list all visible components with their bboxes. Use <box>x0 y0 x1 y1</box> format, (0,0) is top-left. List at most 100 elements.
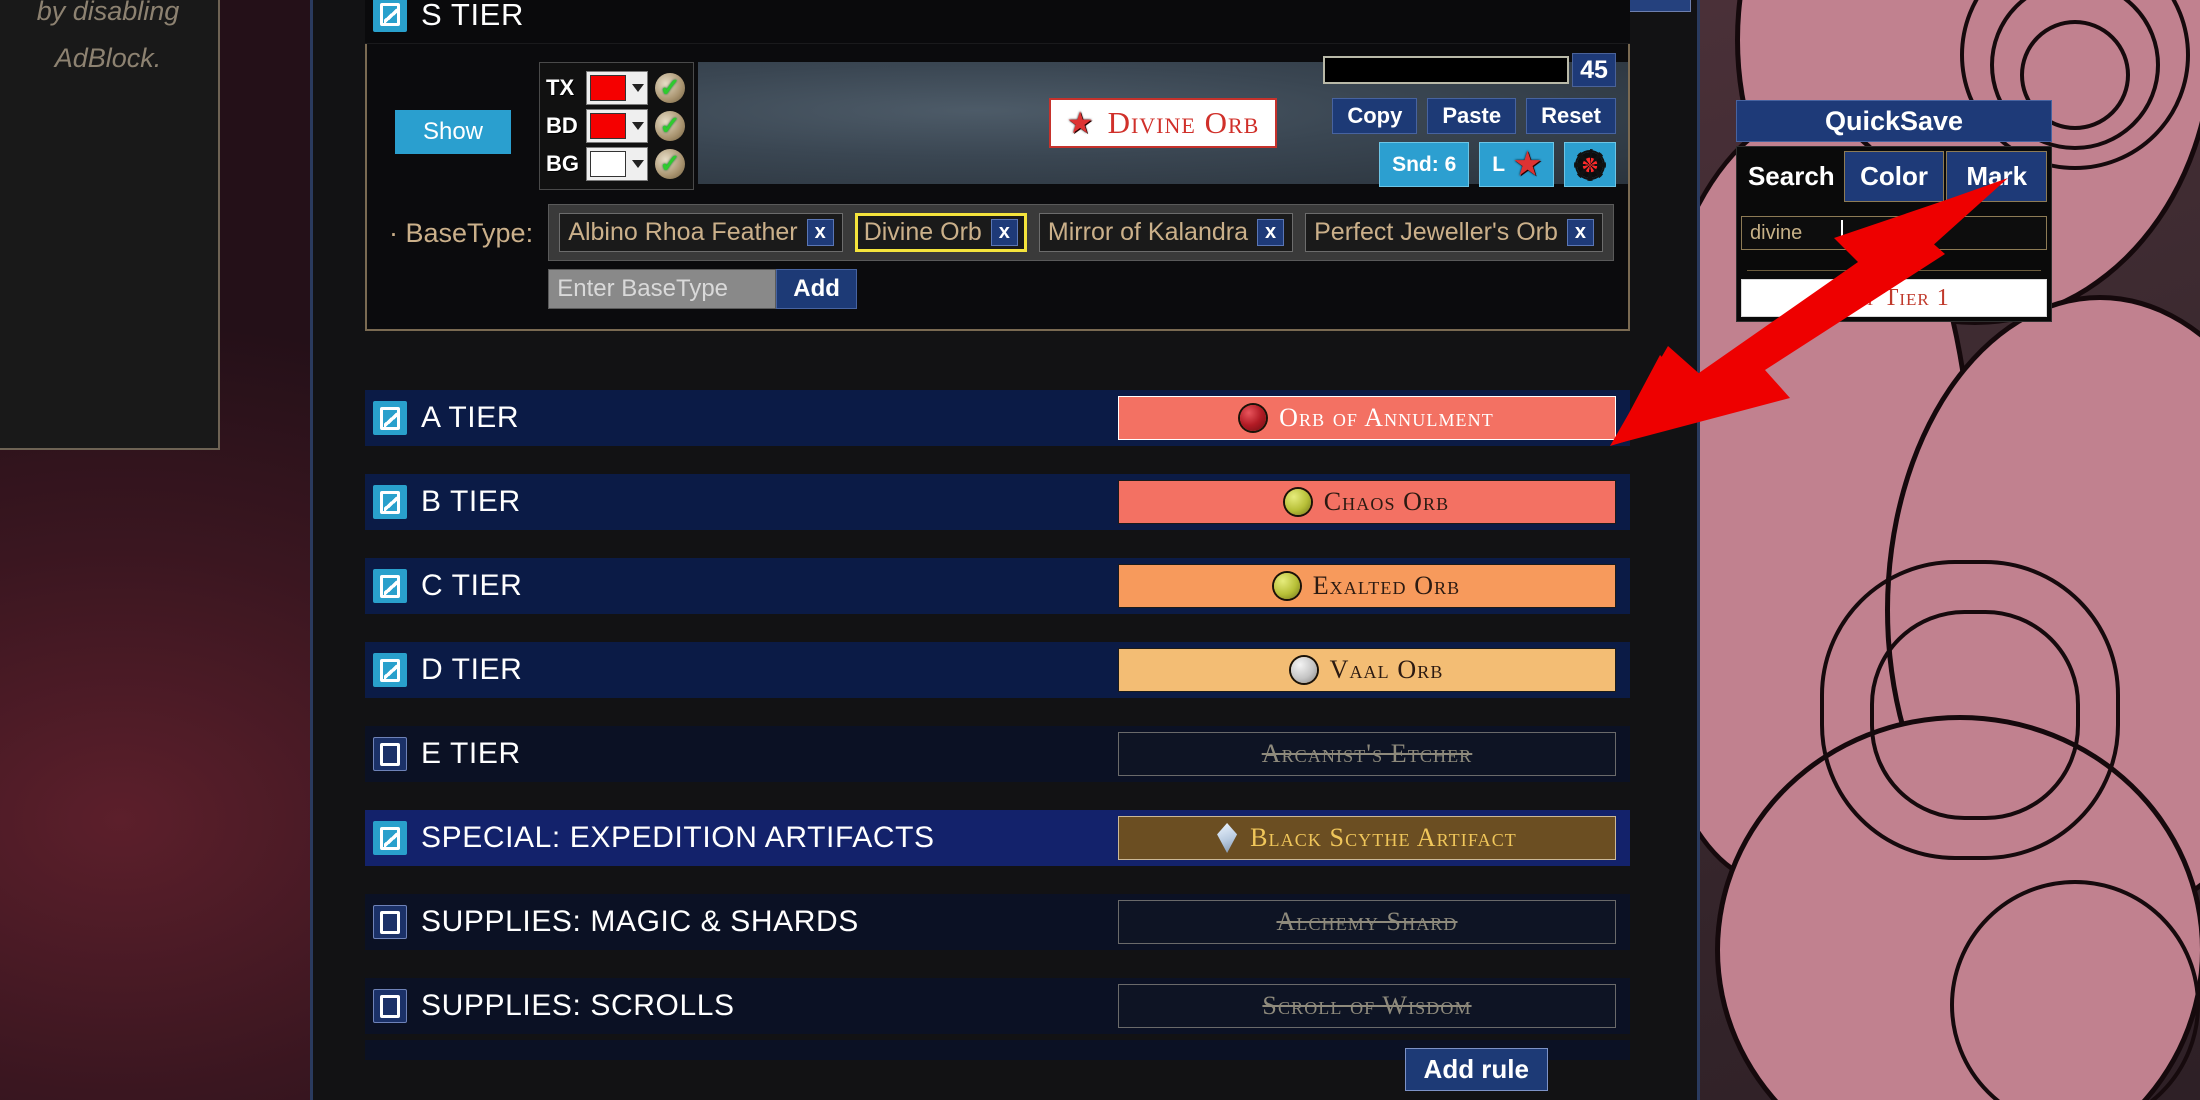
basetype-tag[interactable]: Perfect Jeweller's Orb x <box>1305 213 1603 252</box>
tier-preview-label-b: Chaos Orb <box>1323 487 1450 516</box>
tier-preview-label-a: Orb of Annulment <box>1279 403 1494 432</box>
remove-tag-button[interactable]: x <box>1566 219 1594 246</box>
basetype-input[interactable] <box>548 269 777 309</box>
tier-row[interactable]: SUPPLIES: SCROLLS Scroll of Wisdom <box>365 978 1630 1034</box>
chevron-down-icon <box>632 84 644 92</box>
tier-checkbox-scrolls[interactable] <box>373 989 407 1023</box>
tab-mark[interactable]: Mark <box>1946 151 2048 202</box>
check-toggle-tx[interactable]: ✓ <box>655 73 685 103</box>
check-toggle-bg[interactable]: ✓ <box>655 149 685 179</box>
tier-preview-pill-a: Orb of Annulment <box>1118 396 1616 440</box>
color-label-bd: BD <box>546 113 578 138</box>
search-input[interactable] <box>1741 216 2047 250</box>
adblock-line-1: by disabling <box>36 0 180 26</box>
tier-checkbox-c[interactable] <box>373 569 407 603</box>
light-button-label: L <box>1492 152 1506 176</box>
remove-tag-button[interactable]: x <box>990 219 1018 246</box>
rule-name-input[interactable] <box>1323 56 1569 84</box>
sound-button[interactable]: Snd: 6 <box>1379 142 1470 187</box>
tab-search[interactable]: Search <box>1741 151 1842 202</box>
panel-divider <box>1747 270 2041 271</box>
color-label-bg: BG <box>546 151 579 176</box>
adblock-line-2: AdBlock. <box>54 43 162 73</box>
grey-orb-icon <box>1290 657 1317 683</box>
remove-tag-button[interactable]: x <box>1257 219 1285 246</box>
light-beam-button[interactable]: L ★ <box>1479 142 1554 187</box>
tier-preview-label-e: Arcanist's Etcher <box>1261 739 1473 768</box>
basetype-tag-label: Mirror of Kalandra <box>1047 218 1248 246</box>
shard-icon <box>1217 823 1238 853</box>
tier-checkbox-d[interactable] <box>373 653 407 687</box>
tier-label-scrolls: SUPPLIES: SCROLLS <box>421 989 735 1022</box>
color-row-bd: BD ✓ <box>546 107 685 145</box>
tier-preview-label-scrolls: Scroll of Wisdom <box>1262 991 1472 1020</box>
sound-button-label: Snd: 6 <box>1392 152 1457 176</box>
check-toggle-bd[interactable]: ✓ <box>655 111 685 141</box>
tier-row[interactable]: D TIER Vaal Orb <box>365 642 1630 698</box>
tier-label-c: C TIER <box>421 569 523 602</box>
add-basetype-button[interactable]: Add <box>776 269 857 309</box>
tier-label-a: A TIER <box>421 401 520 434</box>
minimap-icon-button[interactable] <box>1564 142 1616 187</box>
search-result-item[interactable]: ncy Tier 1 <box>1741 279 2047 317</box>
s-tier-section: S TIER Show TX ✓ BD ✓ BG ✓ ★ Divine Orb … <box>365 0 1630 331</box>
copy-button[interactable]: Copy <box>1332 98 1418 134</box>
panel-tabs: Search Color Mark <box>1741 151 2048 202</box>
tier-row[interactable]: B TIER Chaos Orb <box>365 474 1630 530</box>
s-tier-controls: 45 Copy Paste Reset Snd: 6 L ★ <box>1286 53 1616 187</box>
tab-color[interactable]: Color <box>1843 151 1945 202</box>
basetype-tag-list: Albino Rhoa Feather x Divine Orb x Mirro… <box>548 204 1614 261</box>
tier-checkbox-a[interactable] <box>373 401 407 435</box>
basetype-tag[interactable]: Mirror of Kalandra x <box>1038 213 1294 252</box>
gold-orb-icon <box>1284 489 1311 515</box>
right-tool-panel: QuickSave Search Color Mark ncy Tier 1 <box>1736 100 2052 322</box>
s-tier-checkbox[interactable] <box>373 0 407 32</box>
remove-tag-button[interactable]: x <box>806 219 834 246</box>
color-swatch-bd <box>590 113 626 139</box>
quicksave-button[interactable]: QuickSave <box>1736 100 2052 142</box>
tier-checkbox-e[interactable] <box>373 737 407 771</box>
reset-button[interactable]: Reset <box>1526 98 1616 134</box>
color-dropdown-bg[interactable] <box>586 147 648 181</box>
tier-preview-label-d: Vaal Orb <box>1329 655 1444 684</box>
adblock-notice-panel: by disabling AdBlock. <box>0 0 220 450</box>
chevron-down-icon <box>632 160 644 168</box>
basetype-tag-label: Divine Orb <box>863 218 982 246</box>
s-tier-header[interactable]: S TIER <box>365 0 1630 44</box>
tier-preview-pill-e: Arcanist's Etcher <box>1118 732 1616 776</box>
tier-preview-pill-b: Chaos Orb <box>1118 480 1616 524</box>
paste-button[interactable]: Paste <box>1427 98 1517 134</box>
tier-label-b: B TIER <box>421 485 521 518</box>
color-row-tx: TX ✓ <box>546 69 685 107</box>
tier-preview-label-c: Exalted Orb <box>1312 571 1461 600</box>
tier-row[interactable]: SPECIAL: EXPEDITION ARTIFACTS Black Scyt… <box>365 810 1630 866</box>
tier-label-special: SPECIAL: EXPEDITION ARTIFACTS <box>421 821 935 854</box>
chevron-down-icon <box>632 122 644 130</box>
color-dropdown-bd[interactable] <box>586 109 648 143</box>
tier-checkbox-b[interactable] <box>373 485 407 519</box>
tier-checkbox-special[interactable] <box>373 821 407 855</box>
search-color-mark-box: Search Color Mark ncy Tier 1 <box>1736 146 2052 322</box>
tier-label-e: E TIER <box>421 737 521 770</box>
red-orb-icon <box>1240 405 1267 431</box>
tier-label-d: D TIER <box>421 653 523 686</box>
color-label-tx: TX <box>546 75 575 100</box>
color-selector-group: TX ✓ BD ✓ BG ✓ <box>539 62 694 190</box>
divine-orb-preview-label: Divine Orb <box>1107 105 1260 140</box>
gold-orb-icon <box>1273 573 1300 599</box>
basetype-tag[interactable]: Albino Rhoa Feather x <box>559 213 843 252</box>
tier-preview-label-special: Black Scythe Artifact <box>1250 823 1517 852</box>
show-button[interactable]: Show <box>395 110 511 154</box>
add-rule-button[interactable]: Add rule <box>1404 1048 1548 1091</box>
font-size-badge[interactable]: 45 <box>1572 53 1616 87</box>
tier-row[interactable]: A TIER Orb of Annulment <box>365 390 1630 446</box>
divine-orb-preview-chip: ★ Divine Orb <box>1048 98 1278 148</box>
basetype-tag-selected[interactable]: Divine Orb x <box>854 213 1027 252</box>
tier-checkbox-magic[interactable] <box>373 905 407 939</box>
tier-row[interactable]: E TIER Arcanist's Etcher <box>365 726 1630 782</box>
color-dropdown-tx[interactable] <box>586 71 648 105</box>
basetype-section: · BaseType: Albino Rhoa Feather x Divine… <box>367 204 1628 309</box>
tier-row[interactable]: C TIER Exalted Orb <box>365 558 1630 614</box>
tier-label-magic: SUPPLIES: MAGIC & SHARDS <box>421 905 859 938</box>
tier-row[interactable]: SUPPLIES: MAGIC & SHARDS Alchemy Shard <box>365 894 1630 950</box>
